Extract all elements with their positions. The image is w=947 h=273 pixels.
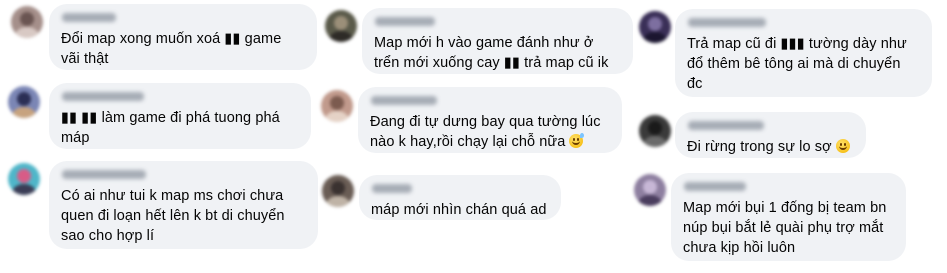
- comment-bubble: blurred-name máp mới nhìn chán quá ad: [359, 175, 561, 220]
- smile-emoji-icon: [835, 139, 850, 153]
- comment-bubble: blurred-name Đang đi tự dưng bay qua tườ…: [358, 87, 622, 153]
- comment-text: máp mới nhìn chán quá ad: [371, 202, 547, 218]
- commenter-name[interactable]: blurred-name: [688, 18, 766, 27]
- commenter-name[interactable]: blurred-name: [375, 17, 435, 26]
- comment-text-wrap: Đi rừng trong sự lo sợ: [687, 137, 854, 157]
- commenter-name[interactable]: blurred-name: [684, 182, 746, 191]
- avatar[interactable]: [639, 115, 671, 147]
- avatar[interactable]: [8, 163, 40, 195]
- comment-text: Map mới h vào game đánh như ở trển mới x…: [374, 35, 609, 71]
- sweat-smile-emoji-icon: [569, 133, 585, 148]
- commenter-name[interactable]: blurred-name: [371, 96, 437, 105]
- commenter-name[interactable]: blurred-name: [62, 170, 146, 179]
- avatar[interactable]: [325, 10, 357, 42]
- commenter-name[interactable]: blurred-name: [688, 121, 764, 130]
- avatar[interactable]: [8, 86, 40, 118]
- commenter-name[interactable]: blurred-name: [62, 13, 116, 22]
- comment-text: ▮▮ ▮▮ làm game đi phá tuong phá máp: [61, 110, 280, 146]
- comment-text: Trả map cũ đi ▮▮▮ tường dày như đổ thêm …: [687, 36, 907, 92]
- comment-text: Đổi map xong muốn xoá ▮▮ game vãi thật: [61, 31, 282, 67]
- comment-text: Đang đi tự dưng bay qua tường lúc nào k …: [370, 114, 601, 150]
- comment-bubble: blurred-name Đi rừng trong sự lo sợ: [675, 112, 866, 158]
- comment-bubble: blurred-name Trả map cũ đi ▮▮▮ tường dày…: [675, 9, 932, 97]
- comment-text: Đi rừng trong sự lo sợ: [687, 139, 832, 155]
- comment-text: Có ai như tui k map ms chơi chưa quen đi…: [61, 188, 285, 244]
- avatar[interactable]: [634, 174, 666, 206]
- comment-text-wrap: Đang đi tự dưng bay qua tường lúc nào k …: [370, 112, 610, 152]
- avatar[interactable]: [11, 6, 43, 38]
- comment-bubble: blurred-name Map mới bụi 1 đống bị team …: [671, 173, 906, 261]
- commenter-name[interactable]: blurred-name: [62, 92, 144, 101]
- comment-text: Map mới bụi 1 đống bị team bn núp bụi bắ…: [683, 200, 887, 256]
- comment-bubble: blurred-name Đổi map xong muốn xoá ▮▮ ga…: [49, 4, 317, 70]
- avatar[interactable]: [322, 175, 354, 207]
- comment-bubble: blurred-name Map mới h vào game đánh như…: [362, 8, 633, 74]
- avatar[interactable]: [321, 90, 353, 122]
- commenter-name[interactable]: blurred-name: [372, 184, 412, 193]
- comment-bubble: blurred-name ▮▮ ▮▮ làm game đi phá tuong…: [49, 83, 311, 149]
- comment-bubble: blurred-name Có ai như tui k map ms chơi…: [49, 161, 318, 249]
- avatar[interactable]: [639, 11, 671, 43]
